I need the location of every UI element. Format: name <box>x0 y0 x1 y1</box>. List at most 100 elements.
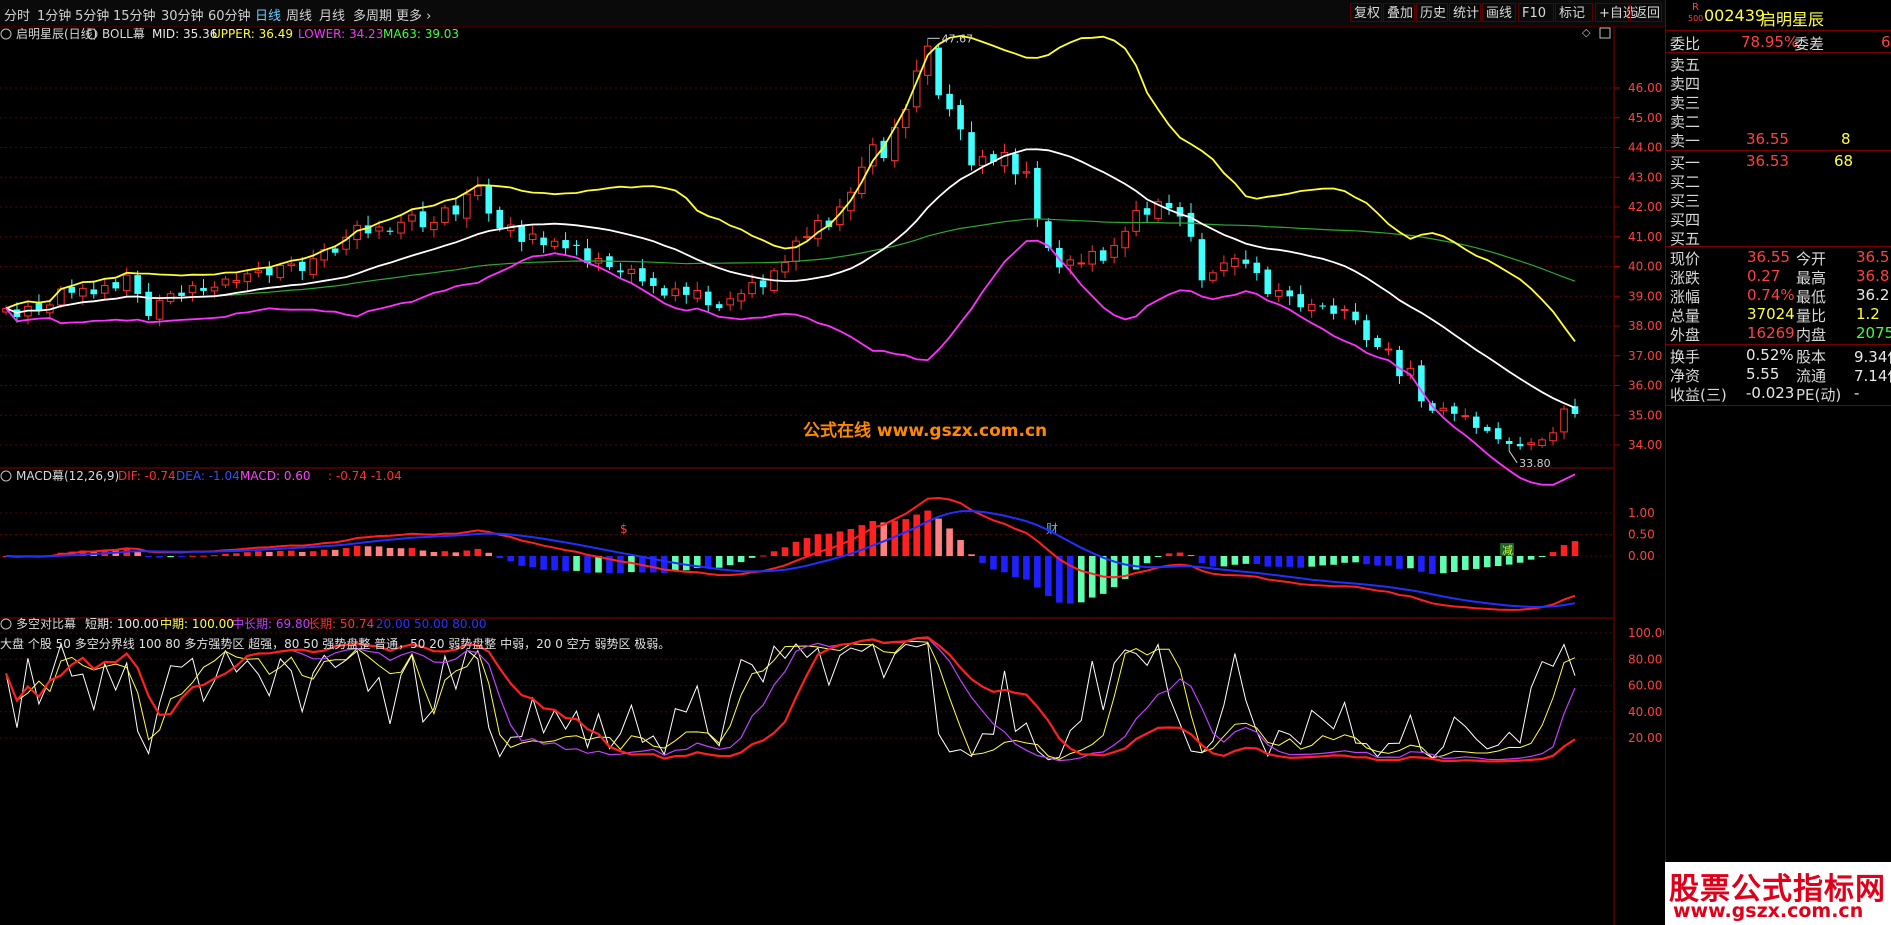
timeframe-0[interactable]: 分时 <box>4 5 30 24</box>
candle-body <box>748 282 756 295</box>
quote-value2-0: 36.5 <box>1856 248 1890 266</box>
macd-bar <box>178 556 185 558</box>
toolbar-button-4[interactable]: 画线 <box>1482 3 1516 22</box>
macd-bar <box>1209 556 1217 567</box>
maximize-icon[interactable] <box>1599 27 1611 39</box>
toolbar-button-1[interactable]: 叠加 <box>1383 3 1415 22</box>
fund-label2-2: PE(动) <box>1796 386 1842 404</box>
timeframe-5[interactable]: 60分钟 <box>208 5 251 24</box>
candle-body <box>397 221 405 234</box>
macd-bar <box>1429 556 1436 574</box>
candle-body <box>792 240 800 262</box>
macd-bar <box>924 510 931 556</box>
price-axis-label-5: 41.00 <box>1628 230 1662 244</box>
macd-bar <box>277 551 284 556</box>
candle-body <box>1297 294 1304 308</box>
macd-bar <box>1099 556 1107 594</box>
marker-dollar: $ <box>620 522 628 536</box>
macd-axis-label-0: 1.00 <box>1628 506 1655 520</box>
dk-mid-value: 中期: 100.00 <box>160 616 234 631</box>
buy1-price: 36.53 <box>1746 152 1789 170</box>
macd-bar <box>990 556 997 570</box>
macd-dea-value: DEA: -1.04 <box>176 469 240 483</box>
stock-code[interactable]: 002439 <box>1704 6 1765 25</box>
macd-bar <box>244 552 251 556</box>
candle-body <box>1264 269 1272 295</box>
boll-upper-line <box>5 34 1576 342</box>
candle-body <box>1384 348 1393 351</box>
macd-bar <box>485 552 493 556</box>
macd-dea-line <box>5 509 1576 608</box>
quote-value-1: 0.27 <box>1747 267 1781 285</box>
macd-bar <box>957 539 964 556</box>
macd-bar <box>968 554 975 556</box>
dk-settings-icon[interactable] <box>0 618 12 630</box>
macd-bar <box>211 555 218 557</box>
candle-body <box>419 211 427 228</box>
macd-bar <box>1505 556 1513 565</box>
price-axis-label-4: 42.00 <box>1628 200 1662 214</box>
stock-name[interactable]: 启明星辰 <box>1760 6 1824 30</box>
timeframe-8[interactable]: 月线 <box>319 5 345 24</box>
toolbar-button-2[interactable]: 历史 <box>1416 3 1448 22</box>
timeframe-1[interactable]: 1分钟 <box>37 5 71 24</box>
timeframe-10[interactable]: 更多 › <box>396 5 431 24</box>
quote-value-3: 37024 <box>1747 305 1795 323</box>
toolbar-button-0[interactable]: 复权 <box>1350 3 1382 22</box>
candle-body <box>232 280 241 283</box>
fund-value2-0: 9.34亿 <box>1854 348 1891 366</box>
price-axis-label-9: 37.00 <box>1628 349 1662 363</box>
macd-bar <box>880 522 888 556</box>
candle-body <box>1549 432 1557 442</box>
macd-bar <box>1440 556 1447 574</box>
macd-bar <box>682 556 690 571</box>
candle-body <box>1286 290 1294 297</box>
timeframe-2[interactable]: 5分钟 <box>75 5 109 24</box>
macd-bar <box>1549 552 1557 556</box>
weibi-label: 委比 <box>1670 35 1701 53</box>
boll-indicator-name: BOLL幕 <box>102 27 145 41</box>
dk-long-line <box>4 636 1576 763</box>
candle-body <box>1461 415 1470 418</box>
macd-bar <box>1242 556 1250 564</box>
toolbar-button-7[interactable]: +自选 <box>1595 3 1636 22</box>
timeframe-3[interactable]: 15分钟 <box>113 5 156 24</box>
toolbar-button-6[interactable]: 标记 <box>1555 3 1593 22</box>
macd-bar <box>1407 556 1414 569</box>
buy-level-3: 买三 <box>1670 192 1701 210</box>
site-watermark: 股票公式指标网 www.gszx.com.cn <box>1665 862 1891 925</box>
code-sub: 500 <box>1688 14 1704 23</box>
macd-settings-icon[interactable] <box>0 470 12 482</box>
boll-upper-value: UPPER: 36.49 <box>212 27 293 41</box>
collapse-icon[interactable] <box>0 28 12 40</box>
macd-bar <box>979 556 986 563</box>
candle-body <box>408 214 416 222</box>
fund-value2-2: - <box>1854 384 1860 402</box>
toolbar-button-3[interactable]: 统计 <box>1449 3 1481 22</box>
macd-bar <box>200 555 207 557</box>
macd-bar <box>1165 553 1173 556</box>
dk-axis-label-2: 60.00 <box>1628 679 1662 693</box>
boll-mid-value: MID: 35.36 <box>152 27 217 41</box>
candle-body <box>1165 202 1173 209</box>
dk-short-value: 短期: 100.00 <box>85 617 159 631</box>
fund-value-1: 5.55 <box>1746 365 1780 383</box>
macd-bar <box>1352 556 1359 563</box>
macd-bar <box>1176 552 1184 556</box>
timeframe-9[interactable]: 多周期 <box>353 5 392 24</box>
toolbar-button-5[interactable]: F10 <box>1518 3 1554 22</box>
chart-area[interactable]: 46.00 45.00 44.00 43.00 42.00 41.00 40.00 39.00… <box>0 26 1664 925</box>
macd-bar <box>441 551 449 556</box>
timeframe-4[interactable]: 30分钟 <box>161 5 204 24</box>
candle-body <box>1516 443 1524 447</box>
macd-bar <box>781 547 789 556</box>
macd-bar <box>419 550 427 556</box>
macd-bar <box>595 556 602 573</box>
macd-bar <box>1286 556 1294 567</box>
watermark-url: www.gszx.com.cn <box>1673 900 1864 922</box>
macd-bar <box>1187 555 1195 557</box>
timeframe-6[interactable]: 日线 <box>255 5 281 24</box>
price-axis-label-3: 43.00 <box>1628 170 1662 184</box>
toolbar-button-8[interactable]: 返回 <box>1630 3 1662 22</box>
timeframe-7[interactable]: 周线 <box>286 5 312 24</box>
